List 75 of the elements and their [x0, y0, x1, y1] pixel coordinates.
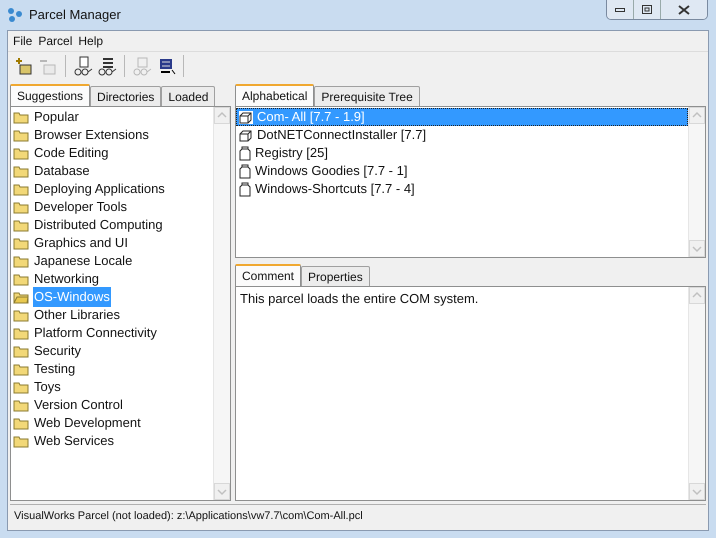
tab[interactable]: Directories — [90, 86, 162, 106]
folder-icon — [13, 164, 29, 178]
folder-icon — [13, 380, 29, 394]
open-folder-icon — [13, 290, 29, 304]
menu-item[interactable]: Help — [75, 32, 106, 50]
folder-item[interactable]: Networking — [33, 269, 100, 289]
scroll-down-icon[interactable] — [689, 483, 705, 500]
minimize-button[interactable] — [607, 0, 634, 19]
folder-item[interactable]: Deploying Applications — [33, 179, 166, 199]
minimize-icon — [615, 8, 625, 12]
jar-icon — [239, 146, 251, 160]
box-icon — [239, 128, 253, 142]
menu-item[interactable]: Parcel — [35, 32, 76, 50]
folder-item[interactable]: Browser Extensions — [33, 125, 150, 145]
menu-item[interactable]: File — [10, 32, 36, 50]
folder-icon — [13, 146, 29, 160]
tab[interactable]: Prerequisite Tree — [314, 86, 420, 106]
folder-icon — [13, 200, 29, 214]
scroll-up-icon[interactable] — [689, 287, 705, 304]
tab[interactable]: Properties — [301, 266, 370, 286]
comment-text: This parcel loads the entire COM system. — [239, 290, 480, 308]
folder-item[interactable]: Distributed Computing — [33, 215, 164, 235]
folder-item[interactable]: Developer Tools — [33, 197, 128, 217]
app-icon — [7, 7, 23, 23]
scroll-bar[interactable] — [688, 107, 705, 257]
folder-icon — [13, 272, 29, 286]
folder-icon — [13, 398, 29, 412]
folder-icon — [13, 326, 29, 340]
folder-icon — [13, 128, 29, 142]
tab[interactable]: Suggestions — [10, 84, 90, 106]
folder-icon — [13, 254, 29, 268]
folder-item[interactable]: Version Control — [33, 395, 124, 415]
scroll-bar[interactable] — [688, 287, 705, 500]
folder-icon — [13, 362, 29, 376]
jar-icon — [239, 164, 251, 178]
folder-icon — [13, 218, 29, 232]
package-row[interactable]: DotNETConnectInstaller [7.7] — [236, 126, 688, 144]
folder-item[interactable]: Testing — [33, 359, 76, 379]
package-row[interactable]: Windows-Shortcuts [7.7 - 4] — [236, 180, 688, 198]
folder-icon — [13, 416, 29, 430]
folder-item[interactable]: Japanese Locale — [33, 251, 134, 271]
tab[interactable]: Loaded — [161, 86, 216, 106]
package-row[interactable]: Registry [25] — [236, 144, 688, 162]
folder-item[interactable]: Security — [33, 341, 82, 361]
folder-item[interactable]: Web Services — [33, 431, 115, 451]
close-button[interactable] — [661, 0, 707, 19]
folder-icon — [13, 344, 29, 358]
tab[interactable]: Comment — [235, 264, 302, 286]
folder-icon — [13, 434, 29, 448]
status-bar-text: VisualWorks Parcel (not loaded): z:\Applications\vw7.7\com\Com-All.pcl — [14, 509, 363, 524]
tab[interactable]: Alphabetical — [235, 84, 314, 106]
maximize-icon — [642, 5, 652, 14]
folder-icon — [13, 182, 29, 196]
folder-item[interactable]: Popular — [33, 107, 80, 127]
scroll-down-icon[interactable] — [214, 483, 230, 500]
scroll-up-icon[interactable] — [689, 107, 705, 124]
scroll-down-icon[interactable] — [689, 240, 705, 257]
folder-icon — [13, 110, 29, 124]
box-icon — [239, 110, 253, 124]
window-title: Parcel Manager — [29, 6, 121, 24]
jar-icon — [239, 182, 251, 196]
folder-item[interactable]: Graphics and UI — [33, 233, 129, 253]
folder-icon — [13, 236, 29, 250]
package-row[interactable]: Windows Goodies [7.7 - 1] — [236, 162, 688, 180]
folder-item[interactable]: Web Development — [33, 413, 142, 433]
folder-item[interactable]: Toys — [33, 377, 62, 397]
folder-item[interactable]: Database — [33, 161, 91, 181]
folder-item[interactable]: Other Libraries — [33, 305, 121, 325]
scroll-bar[interactable] — [213, 107, 230, 500]
scroll-up-icon[interactable] — [214, 107, 230, 124]
folder-icon — [13, 308, 29, 322]
folder-item[interactable]: Platform Connectivity — [33, 323, 158, 343]
close-icon — [678, 4, 690, 14]
maximize-button[interactable] — [634, 0, 661, 19]
folder-item[interactable]: Code Editing — [33, 143, 110, 163]
